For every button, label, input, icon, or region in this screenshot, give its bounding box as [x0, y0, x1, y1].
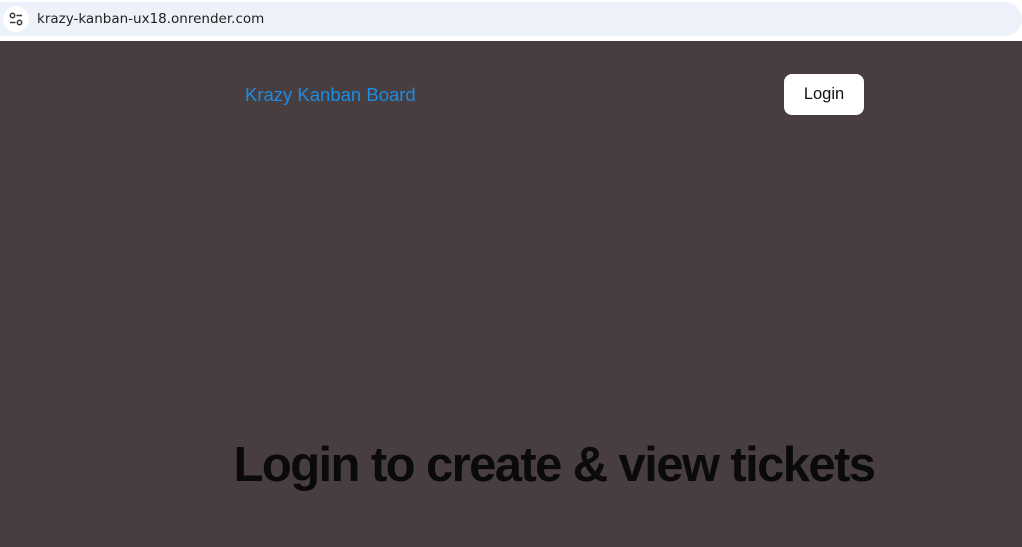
url-text[interactable]: krazy-kanban-ux18.onrender.com: [37, 10, 264, 28]
brand-link[interactable]: Krazy Kanban Board: [245, 83, 416, 107]
site-info-icon[interactable]: [3, 6, 29, 32]
page-heading: Login to create & view tickets: [233, 438, 877, 492]
omnibox[interactable]: krazy-kanban-ux18.onrender.com: [0, 2, 1022, 36]
tune-icon: [9, 12, 23, 26]
login-button[interactable]: Login: [784, 74, 864, 115]
browser-address-bar: krazy-kanban-ux18.onrender.com: [0, 0, 1022, 41]
page-body: Krazy Kanban Board Login Login to create…: [0, 41, 1022, 547]
